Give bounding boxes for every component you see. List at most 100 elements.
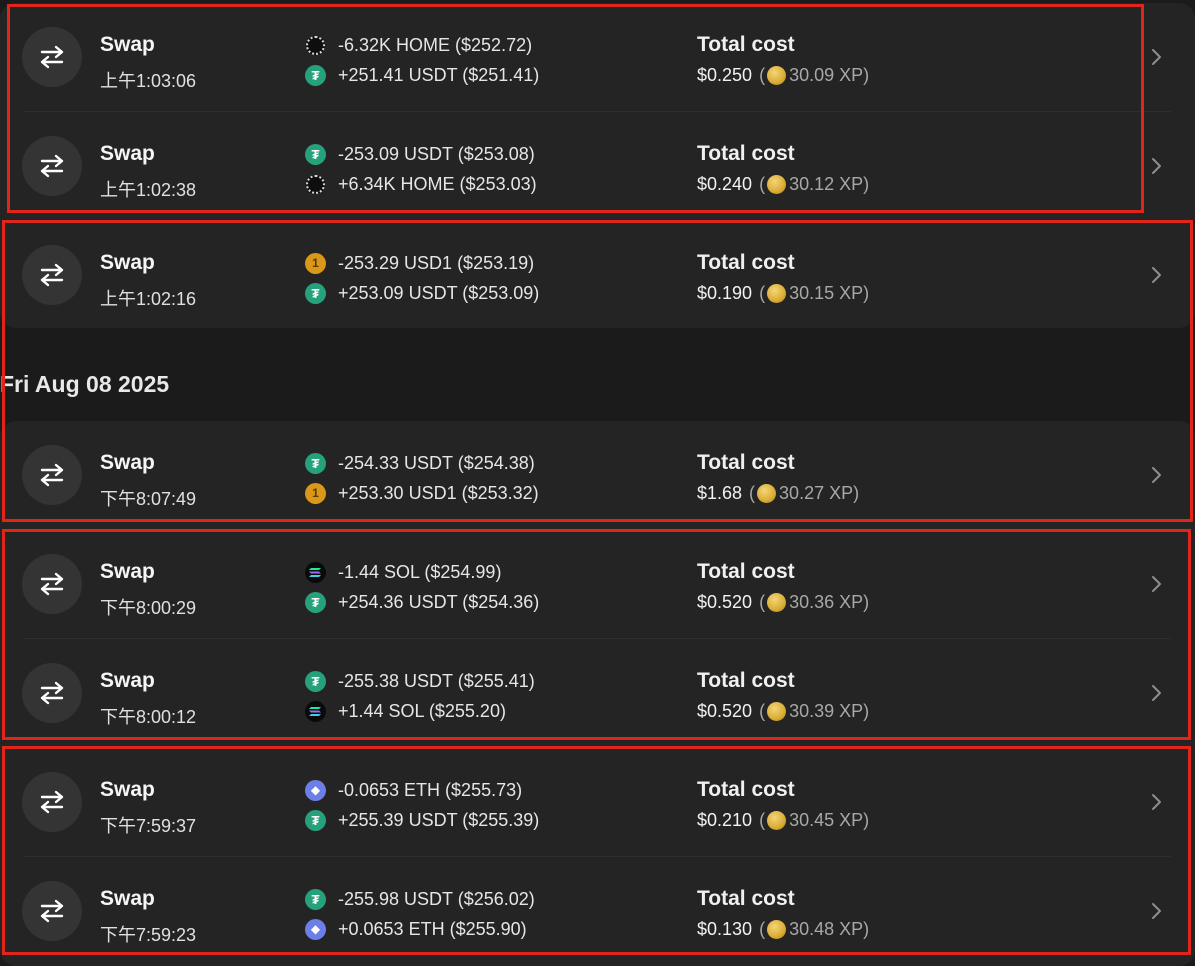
sent-amount-text: -1.44 SOL ($254.99) bbox=[338, 561, 502, 582]
received-amount: +1.44 SOL ($255.20) bbox=[305, 699, 506, 723]
home-token-icon bbox=[306, 35, 325, 55]
total-cost-label: Total cost bbox=[697, 669, 795, 692]
total-cost: $0.190 ( 30.15 XP ) bbox=[697, 283, 870, 303]
sent-amount: -1.44 SOL ($254.99) bbox=[305, 560, 501, 584]
received-amount-text: +254.36 USDT ($254.36) bbox=[338, 591, 540, 612]
transaction-time: 下午7:59:23 bbox=[100, 925, 197, 945]
usdt-token-icon: ₮ bbox=[305, 282, 326, 304]
received-amount: ₮ +251.41 USDT ($251.41) bbox=[305, 63, 539, 87]
transaction-row[interactable]: Swap 下午8:07:49 ₮ -254.33 USDT ($254.38) … bbox=[0, 421, 1195, 530]
xp-value: 30.15 XP bbox=[789, 283, 864, 303]
swap-arrows-icon bbox=[22, 772, 82, 832]
total-cost-value: $1.68 bbox=[697, 483, 743, 503]
total-cost: $0.130 ( 30.48 XP ) bbox=[697, 919, 870, 939]
usd1-token-icon: 1 bbox=[305, 252, 326, 274]
usdt-token-icon: ₮ bbox=[305, 670, 326, 692]
total-cost: $0.250 ( 30.09 XP ) bbox=[697, 65, 870, 85]
xp-coin-icon bbox=[767, 593, 787, 612]
sent-amount-text: -254.33 USDT ($254.38) bbox=[338, 452, 535, 473]
sent-amount: ₮ -255.38 USDT ($255.41) bbox=[305, 669, 535, 693]
sent-amount-text: -253.29 USD1 ($253.19) bbox=[338, 252, 535, 273]
transaction-row[interactable]: Swap 下午8:00:29 -1.44 SOL ($254.99) ₮ +25… bbox=[0, 530, 1195, 639]
xp-value: 30.12 XP bbox=[789, 174, 864, 194]
total-cost-value: $0.520 bbox=[697, 592, 753, 612]
sent-amount: -6.32K HOME ($252.72) bbox=[305, 33, 532, 57]
transaction-type: Swap bbox=[100, 887, 155, 910]
sent-amount: 1 -253.29 USD1 ($253.19) bbox=[305, 251, 534, 275]
xp-value: 30.27 XP bbox=[779, 483, 854, 503]
swap-arrows-icon bbox=[22, 663, 82, 723]
total-cost-value: $0.130 bbox=[697, 919, 753, 939]
sent-amount: ₮ -253.09 USDT ($253.08) bbox=[305, 142, 535, 166]
transaction-row[interactable]: Swap 上午1:02:38 ₮ -253.09 USDT ($253.08) … bbox=[0, 112, 1195, 221]
received-amount: ₮ +255.39 USDT ($255.39) bbox=[305, 808, 539, 832]
transaction-time: 上午1:02:38 bbox=[100, 180, 197, 200]
usdt-token-icon: ₮ bbox=[305, 452, 326, 474]
usdt-token-icon: ₮ bbox=[305, 64, 326, 86]
transaction-type: Swap bbox=[100, 33, 155, 56]
usdt-token-icon: ₮ bbox=[305, 143, 326, 165]
received-amount-text: +255.39 USDT ($255.39) bbox=[338, 809, 540, 830]
sent-amount-text: -253.09 USDT ($253.08) bbox=[338, 143, 535, 164]
chevron-right-icon[interactable] bbox=[1148, 901, 1164, 921]
received-amount: 1 +253.30 USD1 ($253.32) bbox=[305, 481, 539, 505]
total-cost-value: $0.250 bbox=[697, 65, 753, 85]
received-amount-text: +251.41 USDT ($251.41) bbox=[338, 64, 540, 85]
total-cost-label: Total cost bbox=[697, 887, 795, 910]
chevron-right-icon[interactable] bbox=[1148, 792, 1164, 812]
total-cost-label: Total cost bbox=[697, 451, 795, 474]
total-cost-value: $0.240 bbox=[697, 174, 753, 194]
xp-value: 30.39 XP bbox=[789, 701, 864, 721]
transaction-time: 下午8:00:29 bbox=[100, 598, 197, 618]
transaction-group: Swap 下午8:07:49 ₮ -254.33 USDT ($254.38) … bbox=[0, 421, 1195, 966]
total-cost: $0.240 ( 30.12 XP ) bbox=[697, 174, 870, 194]
chevron-right-icon[interactable] bbox=[1148, 265, 1164, 285]
xp-value: 30.45 XP bbox=[789, 810, 864, 830]
swap-arrows-icon bbox=[22, 27, 82, 87]
usd1-token-icon: 1 bbox=[305, 482, 326, 504]
transaction-time: 下午8:00:12 bbox=[100, 707, 197, 727]
sent-amount: ₮ -254.33 USDT ($254.38) bbox=[305, 451, 535, 475]
transaction-row[interactable]: Swap 下午8:00:12 ₮ -255.38 USDT ($255.41) … bbox=[0, 639, 1195, 748]
total-cost-label: Total cost bbox=[697, 778, 795, 801]
swap-arrows-icon bbox=[22, 445, 82, 505]
total-cost: $0.520 ( 30.36 XP ) bbox=[697, 592, 870, 612]
chevron-right-icon[interactable] bbox=[1148, 574, 1164, 594]
swap-arrows-icon bbox=[22, 554, 82, 614]
received-amount: ◆ +0.0653 ETH ($255.90) bbox=[305, 917, 527, 941]
swap-arrows-icon bbox=[22, 136, 82, 196]
usdt-token-icon: ₮ bbox=[305, 591, 326, 613]
sent-amount: ₮ -255.98 USDT ($256.02) bbox=[305, 887, 535, 911]
transaction-time: 上午1:03:06 bbox=[100, 71, 197, 91]
swap-arrows-icon bbox=[22, 245, 82, 305]
sent-amount-text: -0.0653 ETH ($255.73) bbox=[338, 779, 523, 800]
xp-coin-icon bbox=[767, 175, 787, 194]
home-token-icon bbox=[306, 174, 325, 194]
received-amount-text: +253.09 USDT ($253.09) bbox=[338, 282, 540, 303]
xp-coin-icon bbox=[767, 66, 787, 85]
eth-token-icon: ◆ bbox=[305, 918, 326, 940]
transaction-row[interactable]: Swap 下午7:59:37 ◆ -0.0653 ETH ($255.73) ₮… bbox=[0, 748, 1195, 857]
chevron-right-icon[interactable] bbox=[1148, 156, 1164, 176]
transaction-row[interactable]: Swap 上午1:03:06 -6.32K HOME ($252.72) ₮ +… bbox=[0, 3, 1195, 112]
total-cost-label: Total cost bbox=[697, 251, 795, 274]
xp-coin-icon bbox=[767, 284, 787, 303]
usdt-token-icon: ₮ bbox=[305, 888, 326, 910]
transaction-type: Swap bbox=[100, 669, 155, 692]
received-amount-text: +253.30 USD1 ($253.32) bbox=[338, 482, 539, 503]
total-cost-label: Total cost bbox=[697, 142, 795, 165]
sent-amount: ◆ -0.0653 ETH ($255.73) bbox=[305, 778, 522, 802]
chevron-right-icon[interactable] bbox=[1148, 465, 1164, 485]
xp-coin-icon bbox=[767, 702, 787, 721]
transaction-type: Swap bbox=[100, 778, 155, 801]
transaction-time: 上午1:02:16 bbox=[100, 289, 197, 309]
chevron-right-icon[interactable] bbox=[1148, 47, 1164, 67]
chevron-right-icon[interactable] bbox=[1148, 683, 1164, 703]
transaction-type: Swap bbox=[100, 560, 155, 583]
transaction-type: Swap bbox=[100, 451, 155, 474]
transaction-row[interactable]: Swap 下午7:59:23 ₮ -255.98 USDT ($256.02) … bbox=[0, 857, 1195, 966]
transaction-row[interactable]: Swap 上午1:02:16 1 -253.29 USD1 ($253.19) … bbox=[0, 221, 1195, 328]
eth-token-icon: ◆ bbox=[305, 779, 326, 801]
sol-token-icon bbox=[305, 561, 326, 583]
xp-coin-icon bbox=[767, 811, 787, 830]
